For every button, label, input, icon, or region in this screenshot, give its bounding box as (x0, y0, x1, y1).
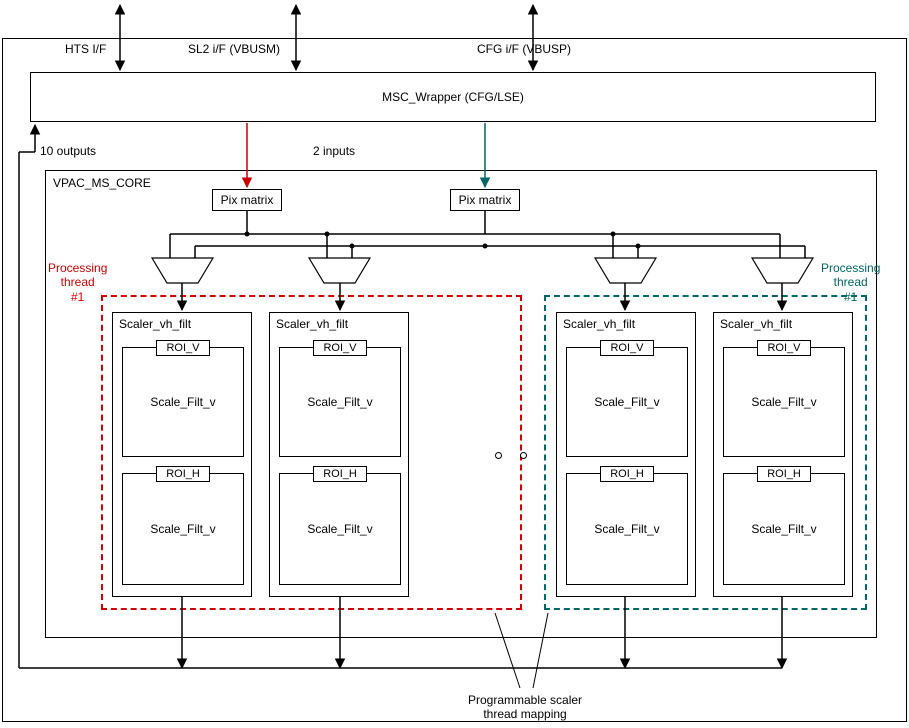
inputs-label: 2 inputs (313, 144, 355, 158)
scale-filt-v-label-4b: Scale_Filt_v (751, 522, 816, 536)
scaler-title-2: Scaler_vh_filt (276, 317, 348, 331)
scaler-title-3: Scaler_vh_filt (563, 317, 635, 331)
roi-v-label-1: ROI_V (166, 342, 199, 354)
processing-thread-1-label: Processing thread #1 (48, 261, 107, 304)
roi-v-label-3: ROI_V (610, 342, 643, 354)
roi-v-box-4: ROI_V (757, 340, 811, 356)
vpac-core-label: VPAC_MS_CORE (53, 176, 151, 190)
footer-caption: Programmable scaler thread mapping (468, 693, 582, 722)
roi-h-label-4: ROI_H (767, 468, 801, 480)
scale-filt-v-label-1b: Scale_Filt_v (150, 522, 215, 536)
roi-v-label-4: ROI_V (767, 342, 800, 354)
scale-filt-v-label-4a: Scale_Filt_v (751, 395, 816, 409)
roi-v-box-2: ROI_V (313, 340, 367, 356)
scaler-title-4: Scaler_vh_filt (720, 317, 792, 331)
pix-matrix-label-1: Pix matrix (221, 193, 274, 207)
roi-h-box-3: ROI_H (600, 466, 654, 482)
scale-filt-v-box-3a: Scale_Filt_v (566, 347, 688, 457)
outputs-label: 10 outputs (40, 144, 96, 158)
scale-filt-v-box-1b: Scale_Filt_v (122, 473, 244, 585)
pix-matrix-label-2: Pix matrix (459, 193, 512, 207)
msc-wrapper-box: MSC_Wrapper (CFG/LSE) (30, 72, 876, 122)
scale-filt-v-label-1a: Scale_Filt_v (150, 395, 215, 409)
scaler-title-1: Scaler_vh_filt (119, 317, 191, 331)
roi-h-label-1: ROI_H (166, 468, 200, 480)
hts-interface-label: HTS I/F (65, 42, 106, 56)
pix-matrix-box-1: Pix matrix (212, 189, 282, 211)
scaler-block-3: Scaler_vh_filt Scale_Filt_v ROI_V Scale_… (556, 312, 696, 597)
scale-filt-v-label-3a: Scale_Filt_v (594, 395, 659, 409)
roi-h-label-3: ROI_H (610, 468, 644, 480)
scale-filt-v-label-3b: Scale_Filt_v (594, 522, 659, 536)
roi-h-box-4: ROI_H (757, 466, 811, 482)
roi-v-box-3: ROI_V (600, 340, 654, 356)
roi-v-label-2: ROI_V (323, 342, 356, 354)
scale-filt-v-box-2a: Scale_Filt_v (279, 347, 401, 457)
pix-matrix-box-2: Pix matrix (450, 189, 520, 211)
ellipsis-dot-2 (520, 452, 527, 459)
roi-h-label-2: ROI_H (323, 468, 357, 480)
scaler-block-1: Scaler_vh_filt Scale_Filt_v ROI_V Scale_… (112, 312, 252, 597)
ellipsis-dot-1 (495, 452, 502, 459)
scaler-block-2: Scaler_vh_filt Scale_Filt_v ROI_V Scale_… (269, 312, 409, 597)
scale-filt-v-label-2a: Scale_Filt_v (307, 395, 372, 409)
roi-h-box-2: ROI_H (313, 466, 367, 482)
sl2-interface-label: SL2 i/F (VBUSM) (188, 42, 280, 56)
scaler-block-4: Scaler_vh_filt Scale_Filt_v ROI_V Scale_… (713, 312, 853, 597)
scale-filt-v-box-2b: Scale_Filt_v (279, 473, 401, 585)
msc-wrapper-label: MSC_Wrapper (CFG/LSE) (382, 90, 524, 104)
roi-h-box-1: ROI_H (156, 466, 210, 482)
scale-filt-v-box-3b: Scale_Filt_v (566, 473, 688, 585)
scale-filt-v-box-1a: Scale_Filt_v (122, 347, 244, 457)
scale-filt-v-box-4a: Scale_Filt_v (723, 347, 845, 457)
scale-filt-v-label-2b: Scale_Filt_v (307, 522, 372, 536)
roi-v-box-1: ROI_V (156, 340, 210, 356)
scale-filt-v-box-4b: Scale_Filt_v (723, 473, 845, 585)
processing-thread-2-label: Processing thread #1 (821, 261, 880, 304)
cfg-interface-label: CFG i/F (VBUSP) (477, 42, 571, 56)
